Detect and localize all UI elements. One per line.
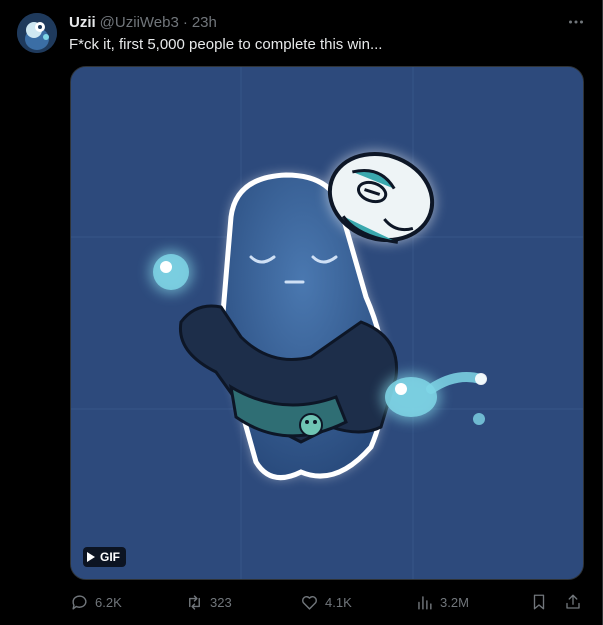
more-options-button[interactable]	[564, 10, 588, 34]
gif-label: GIF	[100, 550, 120, 564]
heart-icon	[302, 595, 317, 610]
reply-count: 6.2K	[95, 594, 122, 610]
more-icon	[569, 20, 583, 24]
retweet-count: 323	[210, 594, 232, 610]
gif-badge[interactable]: GIF	[83, 547, 126, 567]
tweet-card[interactable]: Uzii @UziiWeb3 · 23h F*ck it, first 5,00…	[0, 0, 603, 625]
views-button[interactable]: 3.2M	[415, 590, 469, 614]
tweet-timestamp[interactable]: 23h	[192, 14, 217, 31]
retweet-button[interactable]: 323	[185, 590, 232, 614]
reply-icon	[72, 594, 87, 610]
author-handle[interactable]: @UziiWeb3	[100, 14, 179, 31]
tweet-media-gif[interactable]: GIF	[70, 66, 584, 580]
gif-illustration	[71, 67, 583, 579]
bookmark-icon	[533, 594, 545, 610]
like-button[interactable]: 4.1K	[300, 590, 352, 614]
tweet-text: F*ck it, first 5,000 people to complete …	[69, 36, 383, 53]
header-separator: ·	[182, 13, 188, 31]
views-icon	[418, 595, 432, 610]
like-count: 4.1K	[325, 594, 352, 610]
share-button[interactable]	[564, 590, 582, 614]
tweet-actions-bar: 6.2K 323 4.1K 3.2M	[70, 590, 584, 614]
views-count: 3.2M	[440, 594, 469, 610]
retweet-icon	[189, 594, 200, 610]
tweet-header: Uzii @UziiWeb3 · 23h	[69, 12, 217, 32]
reply-button[interactable]: 6.2K	[70, 590, 122, 614]
bookmark-button[interactable]	[530, 590, 548, 614]
avatar-image	[17, 13, 57, 53]
author-name[interactable]: Uzii	[69, 14, 96, 31]
play-icon	[87, 552, 95, 562]
avatar[interactable]	[17, 13, 57, 53]
share-icon	[566, 594, 580, 609]
